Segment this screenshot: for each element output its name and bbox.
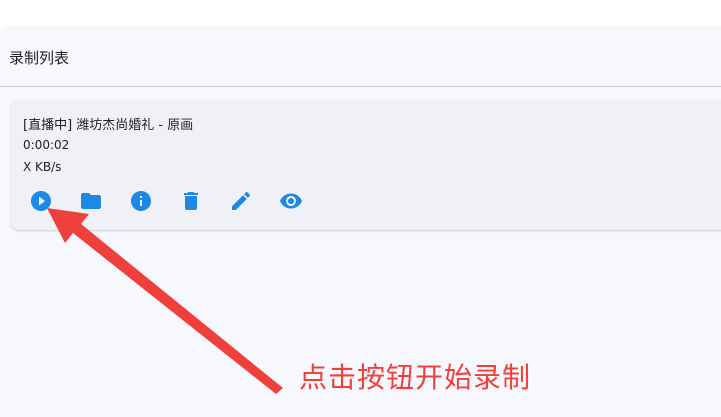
annotation-label: 点击按钮开始录制 [299,361,532,394]
visibility-icon [280,193,302,209]
info-button[interactable] [129,189,153,213]
info-icon [131,191,151,211]
play-circle-icon [31,191,51,211]
recording-duration: 0:00:02 [23,138,70,152]
recording-speed: X KB/s [23,160,62,174]
delete-button[interactable] [179,189,203,213]
edit-icon [232,191,251,210]
divider [0,86,721,87]
edit-button[interactable] [229,189,253,213]
recording-title: [直播中] 潍坊杰尚婚礼 - 原画 [23,118,194,133]
page-title: 录制列表 [9,49,70,67]
action-bar [29,189,329,213]
delete-icon [184,192,198,210]
recording-card: [直播中] 潍坊杰尚婚礼 - 原画 0:00:02 X KB/s [11,101,721,230]
start-recording-button[interactable] [29,189,53,213]
open-folder-button[interactable] [79,189,103,213]
preview-button[interactable] [279,189,303,213]
folder-icon [81,193,101,209]
